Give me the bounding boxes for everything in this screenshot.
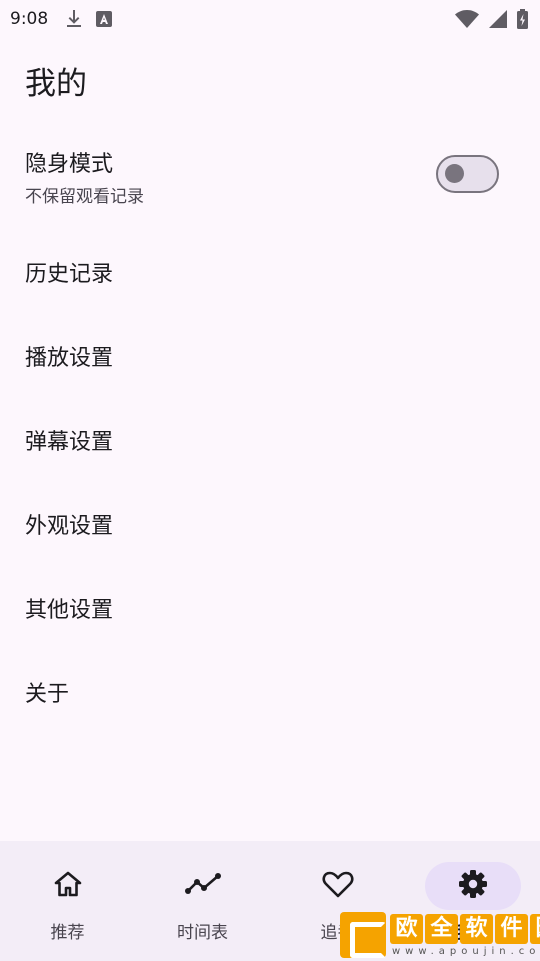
watermark-char: 软: [460, 914, 493, 944]
a-notification-icon: [96, 11, 113, 27]
signal-icon: [489, 10, 507, 28]
menu-item-about[interactable]: 关于: [0, 650, 540, 734]
watermark-url: www.apoujin.com: [392, 946, 540, 957]
menu-item-history[interactable]: 历史记录: [0, 230, 540, 314]
incognito-mode-title: 隐身模式: [25, 152, 114, 177]
watermark-logo-icon: [340, 912, 386, 958]
menu-item-label: 其他设置: [25, 598, 114, 623]
toggle-knob: [445, 164, 464, 183]
menu-item-label: 播放设置: [25, 346, 114, 371]
menu-item-label: 关于: [25, 682, 70, 707]
menu-item-appearance-settings[interactable]: 外观设置: [0, 482, 540, 566]
wifi-icon: [455, 10, 479, 28]
nav-label: 时间表: [177, 923, 228, 943]
nav-item-recommend[interactable]: 推荐: [0, 841, 135, 961]
incognito-mode-row[interactable]: 隐身模式 不保留观看记录: [0, 134, 540, 214]
download-icon: [66, 10, 82, 28]
home-icon: [53, 870, 83, 902]
gear-icon: [458, 869, 488, 903]
nav-pill: [155, 862, 251, 910]
timeline-icon: [184, 872, 221, 900]
menu-item-playback-settings[interactable]: 播放设置: [0, 314, 540, 398]
watermark: 欧 全 软 件 园 www.apoujin.com: [340, 912, 540, 958]
incognito-toggle[interactable]: [436, 155, 499, 193]
menu-item-label: 弹幕设置: [25, 430, 114, 455]
watermark-char: 件: [495, 914, 528, 944]
menu-item-other-settings[interactable]: 其他设置: [0, 566, 540, 650]
nav-item-timetable[interactable]: 时间表: [135, 841, 270, 961]
page-title: 我的: [25, 66, 87, 102]
nav-pill-active: [424, 862, 521, 910]
watermark-char: 园: [530, 914, 540, 944]
watermark-title: 欧 全 软 件 园: [390, 914, 540, 944]
menu-item-label: 外观设置: [25, 514, 114, 539]
heart-icon: [322, 870, 354, 902]
watermark-char: 欧: [390, 914, 423, 944]
status-time: 9:08: [10, 9, 49, 29]
nav-pill: [20, 862, 116, 910]
incognito-mode-subtitle: 不保留观看记录: [25, 187, 144, 207]
menu-item-danmaku-settings[interactable]: 弹幕设置: [0, 398, 540, 482]
status-bar: 9:08: [0, 0, 540, 38]
menu-item-label: 历史记录: [25, 262, 114, 287]
nav-pill: [290, 862, 386, 910]
nav-label: 推荐: [50, 923, 85, 943]
watermark-char: 全: [425, 914, 458, 944]
battery-charging-icon: [517, 9, 528, 29]
